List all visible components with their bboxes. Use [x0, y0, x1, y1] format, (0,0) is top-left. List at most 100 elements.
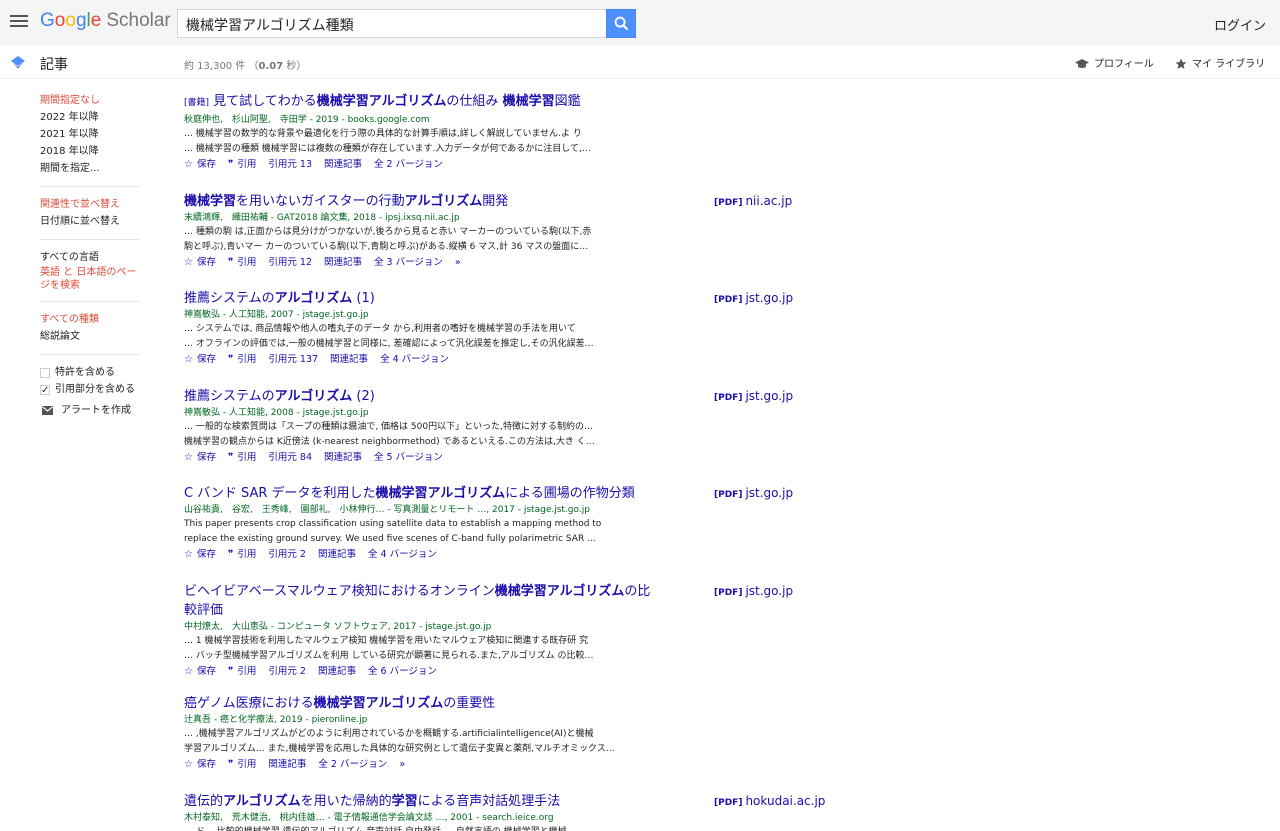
action-link[interactable]: 全 3 バージョン: [374, 256, 443, 270]
include-citations-checkbox[interactable]: ✓ 引用部分を含める: [40, 381, 140, 398]
title-highlight: アルゴリズム: [274, 389, 353, 404]
cite-button[interactable]: ❞ 引用: [228, 256, 256, 270]
checkbox-checked-icon: ✓: [40, 384, 50, 396]
result-actions: ☆ 保存 ❞ 引用 引用元 13 関連記事全 2 バージョン: [184, 158, 654, 172]
action-label: 保存: [196, 257, 216, 268]
hamburger-menu-icon[interactable]: [10, 12, 28, 32]
search-button[interactable]: [606, 9, 636, 38]
star-outline-icon: ☆: [184, 354, 193, 365]
pdf-link[interactable]: [PDF] nii.ac.jp: [714, 194, 792, 208]
filter-since-2018[interactable]: 2018 年以降: [40, 143, 140, 160]
save-button[interactable]: ☆ 保存: [184, 665, 216, 679]
title-highlight: 機械学習アルゴリズム: [494, 584, 625, 599]
action-link[interactable]: 関連記事: [324, 256, 362, 270]
filter-since-2022[interactable]: 2022 年以降: [40, 109, 140, 126]
title-text: による圃場の作物分類: [505, 486, 635, 501]
cite-button[interactable]: ❞ 引用: [228, 758, 256, 772]
search-input[interactable]: 機械学習アルゴリズム種類: [177, 9, 607, 38]
result-authors: 山谷祐貴, 谷宏, 王秀峰, 園部礼, 小林伸行… - 写真測量とリモート …,…: [184, 505, 590, 515]
result-title-link[interactable]: C バンド SAR データを利用した機械学習アルゴリズムによる圃場の作物分類: [184, 484, 654, 503]
filter-all-languages[interactable]: すべての言語: [40, 249, 140, 266]
save-button[interactable]: ☆ 保存: [184, 256, 216, 270]
result-title-link[interactable]: 癌ゲノム医療における機械学習アルゴリズムの重要性: [184, 694, 654, 713]
action-link[interactable]: 関連記事: [330, 353, 368, 367]
action-link[interactable]: 引用元 2: [268, 548, 306, 562]
profile-link[interactable]: プロフィール: [1075, 55, 1154, 70]
title-highlight: 学習: [391, 794, 418, 809]
action-link[interactable]: 引用元 12: [268, 256, 312, 270]
cite-button[interactable]: ❞ 引用: [228, 353, 256, 367]
cite-button[interactable]: ❞ 引用: [228, 548, 256, 562]
filter-english-japanese[interactable]: 英語 と 日本語のページを検索: [40, 266, 140, 292]
title-highlight: アルゴリズム: [404, 194, 483, 209]
google-scholar-logo[interactable]: Google Scholar: [40, 10, 171, 32]
action-link[interactable]: 引用元 2: [268, 665, 306, 679]
cite-button[interactable]: ❞ 引用: [228, 451, 256, 465]
result-title-link[interactable]: ビヘイビアベースマルウェア検知におけるオンライン機械学習アルゴリズムの比較評価: [184, 582, 654, 620]
action-link[interactable]: 関連記事: [268, 758, 306, 772]
search-result: [書籍] 見て試してわかる機械学習アルゴリズムの仕組み 機械学習図鑑 秋庭伸也, …: [184, 92, 654, 172]
filter-since-2021[interactable]: 2021 年以降: [40, 126, 140, 143]
save-button[interactable]: ☆ 保存: [184, 451, 216, 465]
action-link[interactable]: 引用元 137: [268, 353, 318, 367]
action-link[interactable]: 全 5 バージョン: [374, 451, 443, 465]
action-label: 引用元 13: [268, 159, 312, 170]
action-label: 引用: [237, 354, 257, 365]
result-title-link[interactable]: [書籍] 見て試してわかる機械学習アルゴリズムの仕組み 機械学習図鑑: [184, 92, 654, 113]
create-alert-link[interactable]: アラートを作成: [40, 402, 140, 419]
save-button[interactable]: ☆ 保存: [184, 353, 216, 367]
result-title-link[interactable]: 機械学習を用いないガイスターの行動アルゴリズム開発: [184, 192, 654, 211]
save-button[interactable]: ☆ 保存: [184, 758, 216, 772]
action-label: 全 2 バージョン: [318, 759, 388, 770]
save-button[interactable]: ☆ 保存: [184, 548, 216, 562]
action-link[interactable]: 関連記事: [324, 451, 362, 465]
action-link[interactable]: 全 2 バージョン: [318, 758, 387, 772]
action-label: 関連記事: [324, 452, 363, 463]
search-result: 癌ゲノム医療における機械学習アルゴリズムの重要性 辻真吾 - 癌と化学療法, 20…: [184, 694, 654, 772]
more-options-icon[interactable]: »: [399, 758, 405, 772]
action-label: 引用: [237, 549, 257, 560]
save-button[interactable]: ☆ 保存: [184, 158, 216, 172]
action-label: 保存: [196, 452, 216, 463]
action-link[interactable]: 全 6 バージョン: [368, 665, 437, 679]
result-title-link[interactable]: 遺伝的アルゴリズムを用いた帰納的学習による音声対話処理手法: [184, 792, 654, 811]
login-link[interactable]: ログイン: [1214, 15, 1266, 34]
pdf-link[interactable]: [PDF] jst.go.jp: [714, 389, 793, 403]
action-link[interactable]: 全 4 バージョン: [368, 548, 437, 562]
action-label: 保存: [196, 666, 216, 677]
pdf-link[interactable]: [PDF] jst.go.jp: [714, 584, 793, 598]
action-link[interactable]: 引用元 84: [268, 451, 312, 465]
cite-button[interactable]: ❞ 引用: [228, 158, 256, 172]
pdf-tag: [PDF]: [714, 198, 743, 208]
result-authors: 中村燎太, 大山恵弘 - コンピュータ ソフトウェア, 2017 - jstag…: [184, 622, 492, 632]
cite-button[interactable]: ❞ 引用: [228, 665, 256, 679]
more-options-icon[interactable]: »: [455, 256, 461, 270]
filter-review-articles[interactable]: 総説論文: [40, 328, 140, 345]
action-link[interactable]: 引用元 13: [268, 158, 312, 172]
pdf-link[interactable]: [PDF] hokudai.ac.jp: [714, 794, 825, 808]
result-snippet: replace the existing ground survey. We u…: [184, 534, 597, 544]
sort-by-relevance[interactable]: 関連性で並べ替え: [40, 196, 140, 213]
result-authors: 末續鴻輝, 織田祐輔 - GAT2018 論文集, 2018 - ipsj.ix…: [184, 213, 460, 223]
action-link[interactable]: 関連記事: [318, 548, 356, 562]
pdf-link[interactable]: [PDF] jst.go.jp: [714, 486, 793, 500]
action-label: 全 6 バージョン: [367, 666, 437, 677]
pdf-link[interactable]: [PDF] jst.go.jp: [714, 291, 793, 305]
language-filter-group: すべての言語 英語 と 日本語のページを検索: [40, 249, 140, 302]
result-title-link[interactable]: 推薦システムのアルゴリズム (1): [184, 289, 654, 308]
filter-any-time[interactable]: 期間指定なし: [40, 92, 140, 109]
result-title-link[interactable]: 推薦システムのアルゴリズム (2): [184, 387, 654, 406]
include-patents-checkbox[interactable]: 特許を含める: [40, 364, 140, 381]
result-snippet: … オフラインの評価では,一般の機械学習と同様に, 差確認によって汎化誤差を推定…: [184, 339, 594, 349]
action-link[interactable]: 関連記事: [324, 158, 362, 172]
my-library-link[interactable]: マイ ライブラリ: [1175, 55, 1265, 70]
filter-custom-range[interactable]: 期間を指定...: [40, 160, 140, 177]
filter-all-types[interactable]: すべての種類: [40, 311, 140, 328]
pdf-domain: nii.ac.jp: [745, 194, 793, 208]
action-label: 全 4 バージョン: [367, 549, 437, 560]
action-link[interactable]: 関連記事: [318, 665, 356, 679]
book-tag: [書籍]: [184, 98, 210, 108]
sort-by-date[interactable]: 日付順に並べ替え: [40, 213, 140, 230]
action-link[interactable]: 全 2 バージョン: [374, 158, 443, 172]
action-link[interactable]: 全 4 バージョン: [380, 353, 449, 367]
